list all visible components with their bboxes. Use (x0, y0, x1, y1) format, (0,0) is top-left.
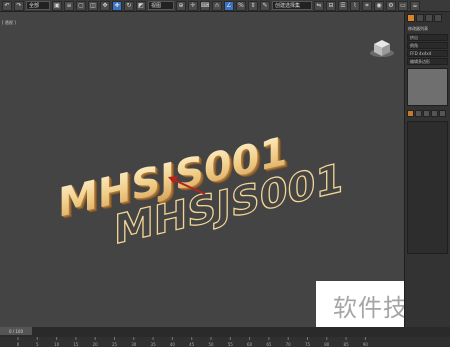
select-and-move-icon[interactable]: ✚ (112, 0, 122, 11)
layer-icon[interactable]: ☰ (338, 0, 348, 11)
timeline-tick-label: 10 (54, 342, 60, 347)
create-tab-icon[interactable] (407, 14, 415, 22)
timeline-tick-label: 25 (112, 342, 118, 347)
timeline-tick-label: 85 (344, 342, 350, 347)
modifier-button[interactable]: 挤出 (407, 34, 448, 41)
configure-modifier-icon[interactable] (439, 110, 446, 117)
view-dropdown[interactable]: 视图 (148, 1, 174, 10)
scene-svg: MHSJS001 MHSJS001 MHSJS001 MHSJS001 MHSJ… (58, 127, 344, 255)
panel-tabs (405, 12, 450, 24)
remove-modifier-icon[interactable] (431, 110, 438, 117)
modify-tab-icon[interactable] (416, 14, 424, 22)
angle-snap-icon[interactable]: ∠ (224, 0, 234, 11)
modifier-list-title[interactable]: 修改器列表 (405, 24, 450, 33)
timeline-tick-label: 90 (363, 342, 369, 347)
parameters-rollout (407, 121, 448, 254)
crossing-select-icon[interactable]: ◫ (88, 0, 98, 11)
track-bar: 0 5 10 15 20 25 30 35 40 45 50 55 60 65 70 75 80 85 90 (0, 337, 450, 347)
select-object-icon[interactable]: ▣ (52, 0, 62, 11)
spinner-snap-icon[interactable]: ⇕ (248, 0, 258, 11)
time-slider[interactable]: 0 / 100 (0, 327, 32, 335)
scale-icon[interactable]: ◩ (136, 0, 146, 11)
make-unique-icon[interactable] (423, 110, 430, 117)
timeline-tick-label: 50 (208, 342, 214, 347)
motion-tab-icon[interactable] (434, 14, 442, 22)
timeline-tick-label: 55 (228, 342, 234, 347)
timeline-tick-label: 45 (189, 342, 195, 347)
hierarchy-tab-icon[interactable] (425, 14, 433, 22)
timeline-tick-label: 15 (73, 342, 79, 347)
timeline-tick-label: 5 (36, 342, 39, 347)
modifier-stack-area[interactable] (407, 68, 448, 106)
pin-stack-icon[interactable] (407, 110, 414, 117)
modifier-button[interactable]: FFD 4x4x4 (407, 50, 448, 57)
align-icon[interactable]: ⊟ (326, 0, 336, 11)
rect-select-icon[interactable]: ▢ (76, 0, 86, 11)
edit-named-selection-icon[interactable]: ✎ (260, 0, 270, 11)
timeline-tick-label: 65 (266, 342, 272, 347)
timeline-tick-label: 70 (286, 342, 292, 347)
timeline-tick-label: 80 (324, 342, 330, 347)
timeline-tick-label: 20 (93, 342, 99, 347)
pivot-icon[interactable]: ⊕ (176, 0, 186, 11)
timeline-tick-label: 35 (151, 342, 157, 347)
main-toolbar: ↶ ↷ 全部 ▣ ≡ ▢ ◫ ✥ ✚ ↻ ◩ 视图 ⊕ ✛ ⌨ ∩ ∠ % ⇕ … (0, 0, 450, 12)
material-editor-icon[interactable]: ◉ (374, 0, 384, 11)
command-panel: 修改器列表 挤出 倒角 FFD 4x4x4 编辑多边形 (404, 12, 450, 327)
timeline-tick-label: 75 (305, 342, 311, 347)
stack-icon-row (405, 109, 450, 118)
mirror-icon[interactable]: ⇋ (314, 0, 324, 11)
percent-snap-icon[interactable]: % (236, 0, 246, 11)
keyboard-shortcut-icon[interactable]: ⌨ (200, 0, 210, 11)
timeline-tick-label: 60 (247, 342, 253, 347)
timeline-tick-label: 40 (170, 342, 176, 347)
manipulate-icon[interactable]: ✛ (188, 0, 198, 11)
redo-icon[interactable]: ↷ (14, 0, 24, 11)
render-frame-icon[interactable]: ▭ (398, 0, 408, 11)
timeline-tick-label: 30 (131, 342, 137, 347)
modifier-button[interactable]: 编辑多边形 (407, 58, 448, 65)
selection-filter-dropdown[interactable]: 全部 (26, 1, 50, 10)
snap-icon[interactable]: ∩ (212, 0, 222, 11)
modifier-button[interactable]: 倒角 (407, 42, 448, 49)
graph-editor-icon[interactable]: ⌇ (350, 0, 360, 11)
undo-icon[interactable]: ↶ (2, 0, 12, 11)
rotate-icon[interactable]: ↻ (124, 0, 134, 11)
schematic-view-icon[interactable]: ⌗ (362, 0, 372, 11)
select-by-name-icon[interactable]: ≡ (64, 0, 74, 11)
show-end-result-icon[interactable] (415, 110, 422, 117)
timeline: 0 / 100 0 5 10 15 20 25 30 35 40 45 50 55 60 65 70 75 80… (0, 327, 450, 347)
render-setup-icon[interactable]: ⚙ (386, 0, 396, 11)
perspective-viewport[interactable]: [ 透视 ] MHSJS001 MHSJS001 MHSJS001 MHSJS0… (0, 12, 404, 327)
render-icon[interactable]: ☕ (410, 0, 420, 11)
selection-set-dropdown[interactable]: 创建选择集 (272, 1, 312, 10)
timeline-tick-label: 0 (17, 342, 20, 347)
move-icon[interactable]: ✥ (100, 0, 110, 11)
